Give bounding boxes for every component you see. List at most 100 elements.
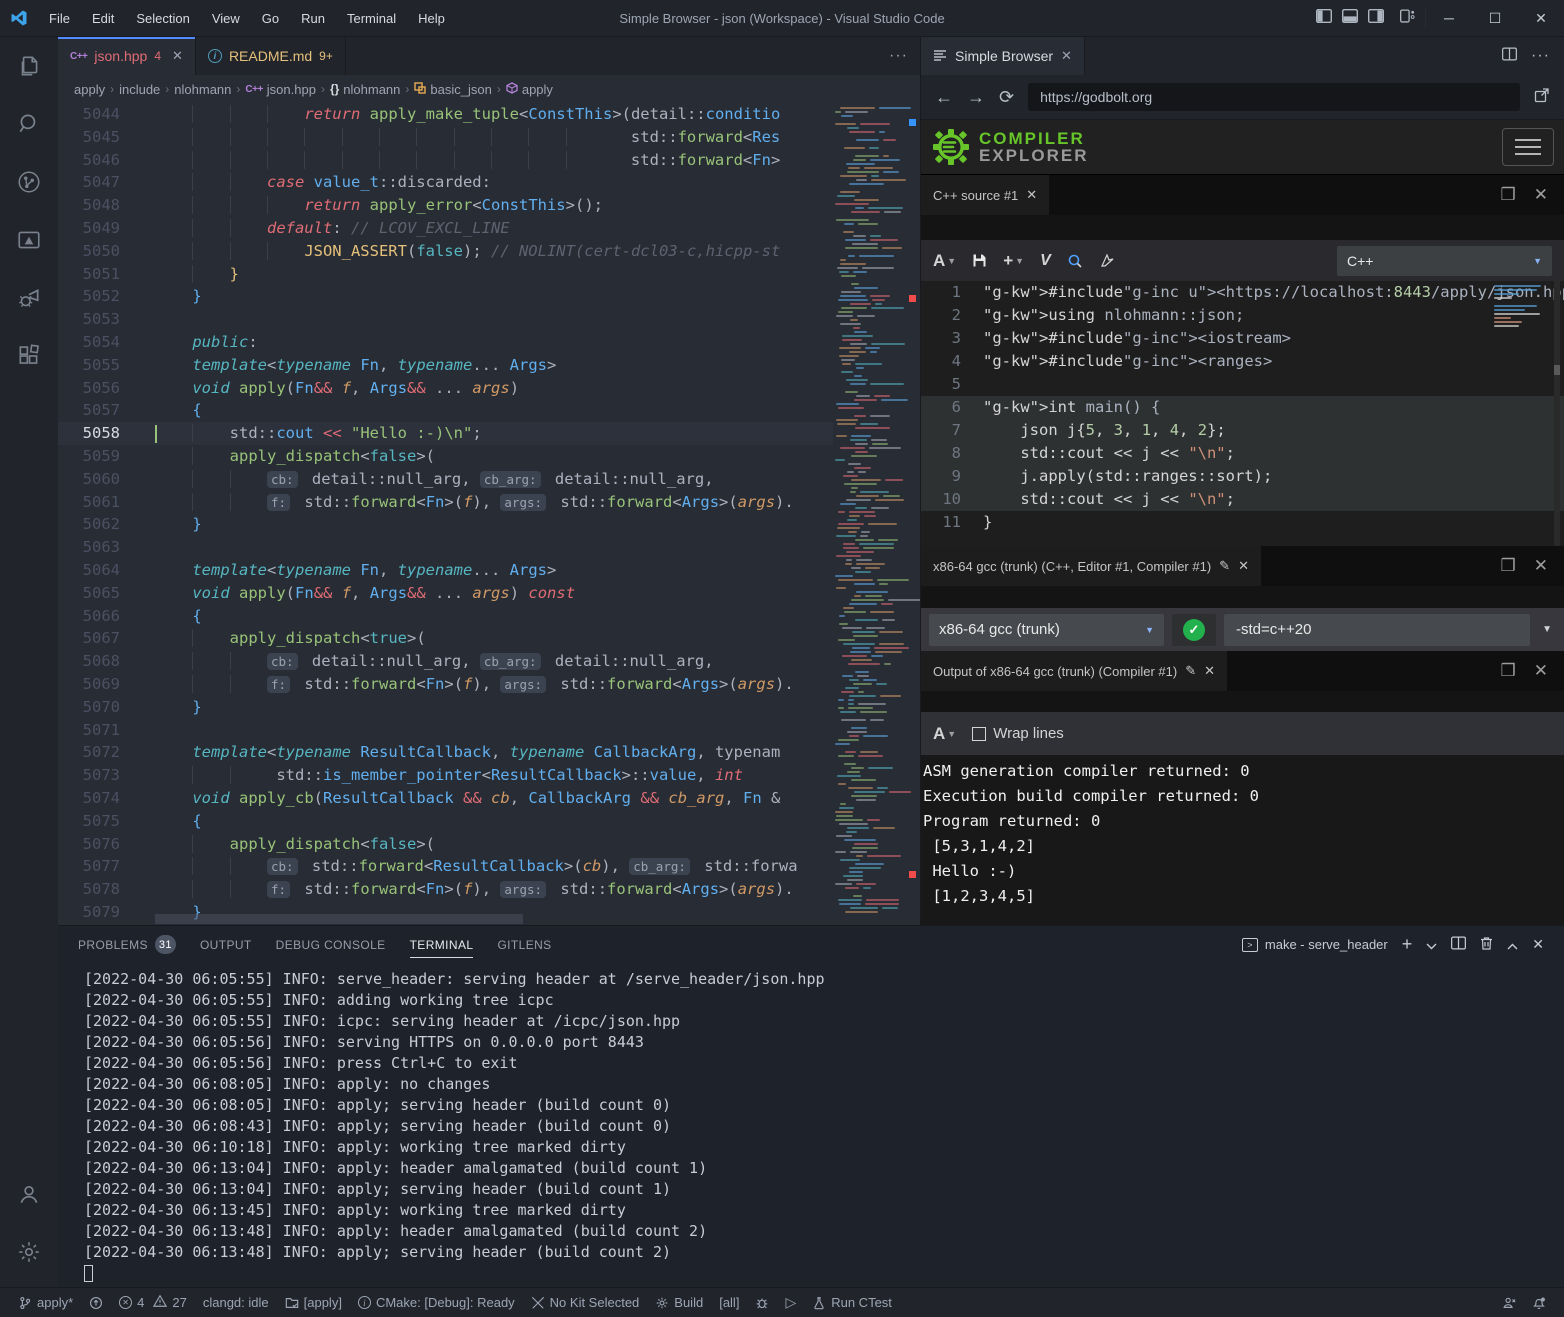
overview-ruler[interactable] [905, 103, 920, 925]
project-item[interactable]: [apply] [277, 1288, 350, 1317]
tab-close-icon[interactable]: ✕ [1061, 48, 1072, 64]
maximize-panel-icon[interactable] [1507, 937, 1518, 953]
debug-item[interactable] [747, 1288, 777, 1317]
problems-item[interactable]: ✕ 4 27 [111, 1288, 195, 1317]
window-maximize-button[interactable]: ☐ [1472, 0, 1518, 36]
reload-icon[interactable]: ⟳ [999, 88, 1014, 106]
wrap-lines-checkbox[interactable]: Wrap lines [972, 725, 1064, 742]
close-panel-icon[interactable]: ✕ [1532, 936, 1544, 953]
minimap[interactable] [833, 103, 905, 925]
back-icon[interactable]: ← [935, 88, 953, 106]
maximize-pane-icon[interactable]: ❒ [1501, 556, 1516, 576]
code-editor[interactable]: 5044 return apply_make_tuple<ConstThis>(… [58, 103, 920, 925]
add-pane-icon[interactable]: +▼ [1003, 251, 1024, 271]
menu-go[interactable]: Go [251, 0, 290, 37]
search-icon[interactable] [0, 95, 58, 153]
breadcrumb-item[interactable]: apply [506, 82, 553, 97]
kill-terminal-icon[interactable] [1480, 936, 1493, 953]
terminal-dropdown-icon[interactable] [1426, 937, 1437, 953]
window-close-button[interactable]: ✕ [1518, 0, 1564, 36]
close-pane-icon[interactable]: ✕ [1534, 661, 1548, 681]
kit-item[interactable]: No Kit Selected [523, 1288, 648, 1317]
options-dropdown-icon[interactable]: ▼ [1538, 624, 1556, 635]
customize-layout-icon[interactable] [1400, 9, 1415, 28]
close-pane-icon[interactable]: ✕ [1534, 556, 1548, 576]
ctest-item[interactable]: Run CTest [804, 1288, 900, 1317]
menu-selection[interactable]: Selection [125, 0, 200, 37]
publish-item[interactable] [81, 1288, 111, 1317]
cursor-jump-icon[interactable] [1099, 253, 1114, 268]
toggle-panel-icon[interactable] [1342, 9, 1358, 28]
cmake-status-item[interactable]: i CMake: [Debug]: Ready [350, 1288, 523, 1317]
open-external-icon[interactable] [1534, 87, 1550, 108]
scrollbar-thumb[interactable] [155, 914, 523, 924]
notifications-item[interactable] [1524, 1288, 1554, 1317]
ce-source-editor[interactable]: 1"g-kw">#include "g-inc u"><https://loca… [921, 281, 1564, 546]
tab-simple-browser[interactable]: Simple Browser ✕ [921, 37, 1085, 75]
menu-help[interactable]: Help [407, 0, 456, 37]
tab-readme-md[interactable]: i README.md 9+ [196, 37, 346, 75]
menu-file[interactable]: File [38, 0, 81, 37]
terminal-output[interactable]: [2022-04-30 06:05:55] INFO: serve_header… [58, 963, 1564, 1284]
editor-more-actions[interactable]: ··· [889, 37, 920, 75]
toggle-secondary-sidebar-icon[interactable] [1368, 9, 1384, 28]
maximize-pane-icon[interactable]: ❒ [1501, 661, 1516, 681]
run-debug-icon[interactable] [0, 269, 58, 327]
compiler-select[interactable]: x86-64 gcc (trunk)▼ [929, 614, 1164, 646]
tab-terminal[interactable]: TERMINAL [410, 926, 474, 963]
save-icon[interactable] [972, 253, 987, 268]
source-pane-tab[interactable]: C++ source #1 ✕ [921, 175, 1049, 215]
split-terminal-icon[interactable] [1451, 936, 1466, 953]
build-target-item[interactable]: [all] [711, 1288, 747, 1317]
hamburger-menu-icon[interactable] [1502, 128, 1554, 166]
language-select[interactable]: C++▼ [1337, 246, 1552, 276]
breadcrumb-item[interactable]: nlohmann [174, 82, 231, 97]
url-input[interactable]: https://godbolt.org [1028, 83, 1520, 111]
tab-gitlens[interactable]: GITLENS [497, 926, 551, 963]
vim-mode-icon[interactable]: V [1040, 252, 1051, 270]
forward-icon[interactable]: → [967, 88, 985, 106]
git-branch-item[interactable]: apply* [10, 1288, 81, 1317]
breadcrumb-item[interactable]: C++json.hpp [245, 82, 316, 97]
horizontal-scrollbar[interactable] [155, 913, 833, 925]
tab-problems[interactable]: PROBLEMS 31 [78, 926, 176, 963]
pane-close-icon[interactable]: ✕ [1026, 187, 1037, 203]
compiler-options-input[interactable]: -std=c++20 [1224, 614, 1530, 646]
manage-gear-icon[interactable] [0, 1223, 58, 1281]
menu-view[interactable]: View [201, 0, 251, 37]
breadcrumb-item[interactable]: {}nlohmann [330, 82, 400, 97]
explorer-icon[interactable] [0, 37, 58, 95]
tab-output[interactable]: OUTPUT [200, 926, 252, 963]
breadcrumb-item[interactable]: include [119, 82, 160, 97]
breadcrumb-item[interactable]: basic_json [414, 82, 491, 97]
ce-scrollbar[interactable] [1554, 281, 1560, 546]
run-item[interactable]: ▷ [777, 1288, 804, 1317]
close-pane-icon[interactable]: ✕ [1534, 185, 1548, 205]
pane-close-icon[interactable]: ✕ [1238, 558, 1249, 574]
menu-terminal[interactable]: Terminal [336, 0, 407, 37]
tab-json-hpp[interactable]: C++ json.hpp 4 ✕ [58, 37, 196, 75]
clangd-status-item[interactable]: clangd: idle [195, 1288, 277, 1317]
tab-debug-console[interactable]: DEBUG CONSOLE [276, 926, 386, 963]
more-actions-icon[interactable]: ··· [1531, 47, 1550, 65]
maximize-pane-icon[interactable]: ❒ [1501, 185, 1516, 205]
source-control-icon[interactable] [0, 153, 58, 211]
program-output[interactable]: ASM generation compiler returned: 0Execu… [921, 755, 1564, 925]
tab-close-icon[interactable]: ✕ [172, 48, 183, 64]
output-pane-tab[interactable]: Output of x86-64 gcc (trunk) (Compiler #… [921, 651, 1227, 691]
rename-pane-icon[interactable]: ✎ [1219, 558, 1230, 574]
build-item[interactable]: Build [647, 1288, 711, 1317]
compiler-explorer-logo[interactable]: COMPILER EXPLORER [931, 127, 1089, 167]
menu-edit[interactable]: Edit [81, 0, 125, 37]
window-minimize-button[interactable]: ─ [1426, 0, 1472, 36]
split-editor-icon[interactable] [1502, 47, 1517, 66]
new-terminal-icon[interactable]: + [1402, 934, 1413, 955]
pane-close-icon[interactable]: ✕ [1204, 663, 1215, 679]
extensions-icon[interactable] [0, 327, 58, 385]
font-size-icon[interactable]: A▼ [933, 251, 956, 271]
toggle-sidebar-icon[interactable] [1316, 9, 1332, 28]
cmake-icon[interactable] [0, 211, 58, 269]
terminal-profile-select[interactable]: > make - serve_header [1242, 937, 1388, 952]
rename-pane-icon[interactable]: ✎ [1185, 663, 1196, 679]
feedback-item[interactable] [1494, 1288, 1524, 1317]
